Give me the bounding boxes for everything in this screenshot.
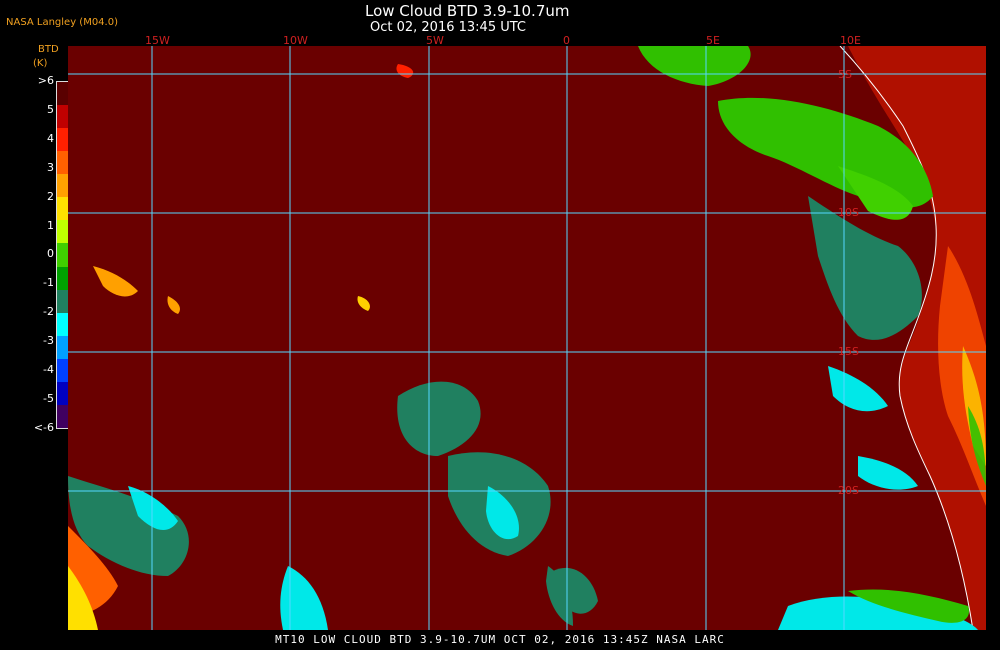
colorbar-unit: (K) <box>33 58 48 69</box>
footer-caption: MT10 LOW CLOUD BTD 3.9-10.7UM OCT 02, 20… <box>275 633 725 646</box>
colorbar-label: BTD <box>38 44 59 55</box>
colorbar-tick-label: -2 <box>43 305 54 319</box>
lon-label-5w: 5W <box>426 34 444 47</box>
lon-label-0: 0 <box>563 34 570 47</box>
colorbar-tick-label: 1 <box>47 218 54 232</box>
colorbar-tick-label: 3 <box>47 160 54 174</box>
lat-label-15s: 15S <box>838 345 859 358</box>
lon-label-5e: 5E <box>706 34 720 47</box>
map-title: Low Cloud BTD 3.9-10.7um <box>365 2 570 20</box>
lon-label-10w: 10W <box>283 34 308 47</box>
colorbar-tick-label: >6 <box>37 74 54 87</box>
colorbar-tick-label: -3 <box>43 334 54 348</box>
colorbar-tick-label: 2 <box>47 189 54 203</box>
lat-label-10s: 10S <box>838 206 859 219</box>
colorbar-tick-label: -4 <box>43 363 54 376</box>
map-subtitle: Oct 02, 2016 13:45 UTC <box>370 20 526 35</box>
satellite-map <box>68 46 986 630</box>
colorbar-tick-label: 5 <box>47 102 54 116</box>
lat-label-5s: 5S <box>838 68 852 81</box>
lon-label-15w: 15W <box>145 34 170 47</box>
colorbar-tick-label: <-6 <box>33 420 54 434</box>
colorbar-tick-label: -5 <box>43 391 54 405</box>
lon-label-10e: 10E <box>840 34 861 47</box>
colorbar-tick-label: -1 <box>43 276 54 290</box>
colorbar-tick-label: 4 <box>47 131 54 145</box>
source-label: NASA Langley (M04.0) <box>6 17 118 28</box>
lat-label-20s: 20S <box>838 484 859 497</box>
colorbar-tick-label: 0 <box>47 247 54 261</box>
